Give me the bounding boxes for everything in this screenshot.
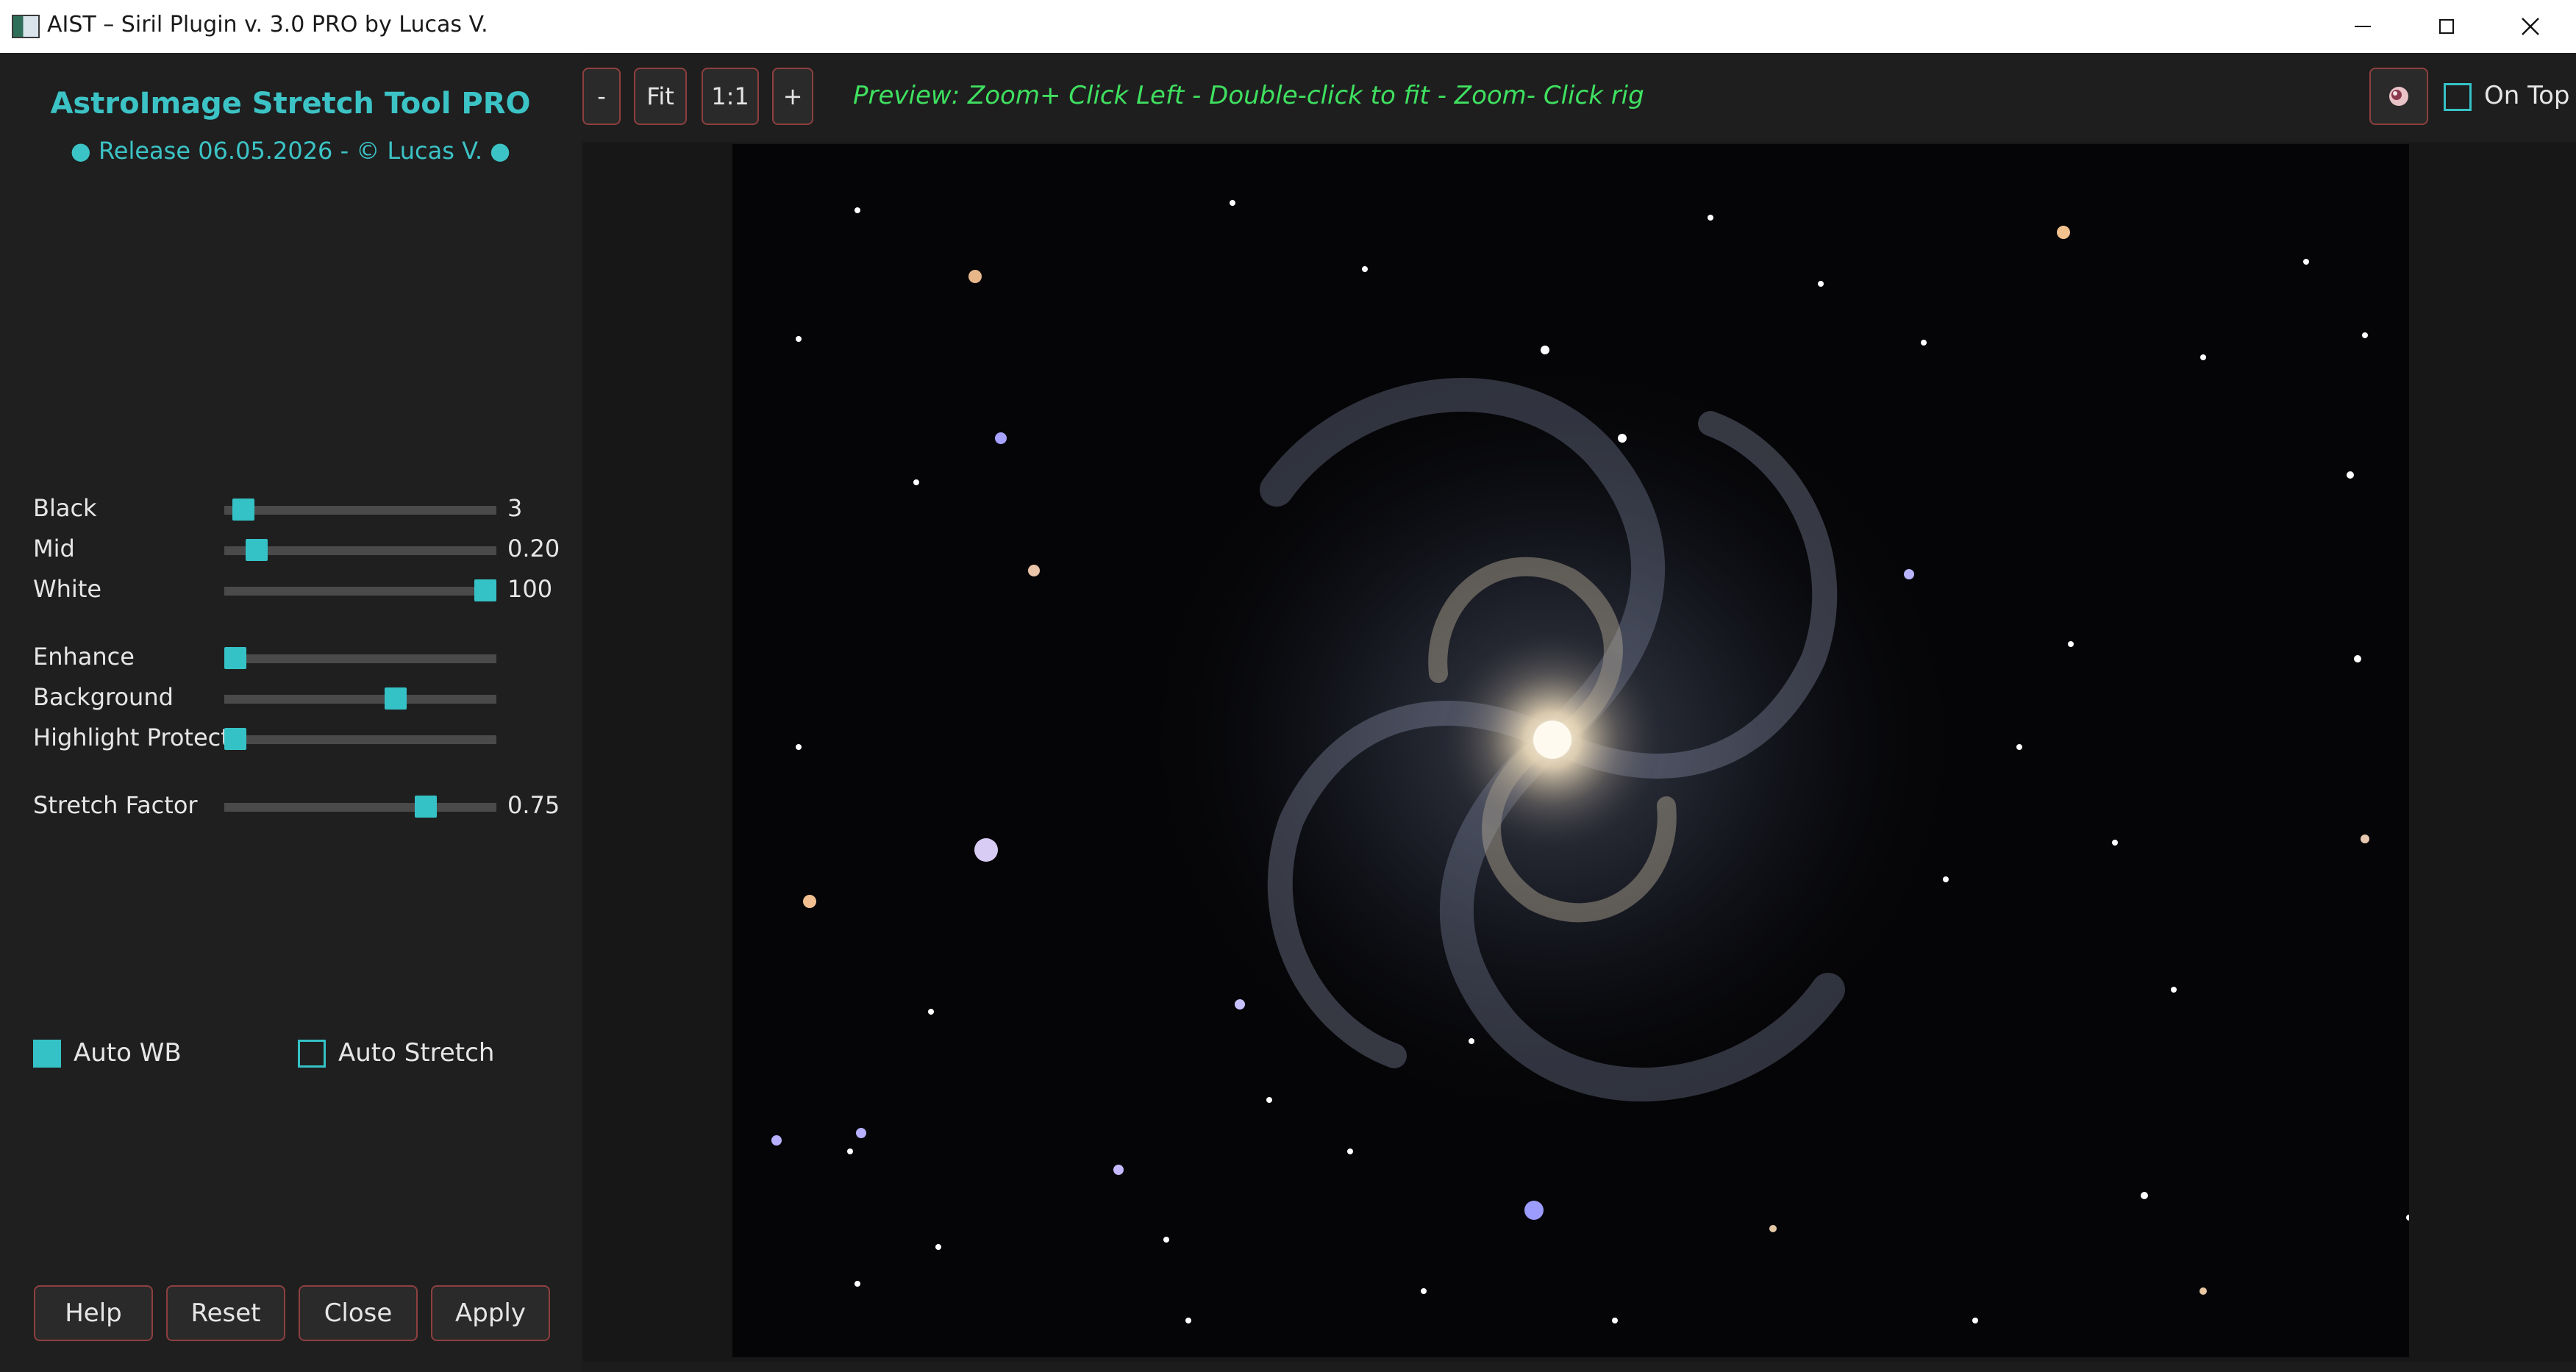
reset-button[interactable]: Reset: [166, 1285, 285, 1341]
stretch-factor-slider-handle[interactable]: [414, 796, 437, 818]
fit-button[interactable]: Fit: [634, 68, 687, 125]
enhance-slider-handle[interactable]: [224, 647, 246, 669]
white-slider[interactable]: [224, 579, 497, 601]
maximize-button[interactable]: [2405, 0, 2488, 53]
one-to-one-button[interactable]: 1:1: [702, 68, 759, 125]
background-slider-handle[interactable]: [385, 687, 407, 710]
mid-slider-handle[interactable]: [246, 539, 268, 561]
zoom-in-button[interactable]: +: [772, 68, 813, 125]
app-icon: [12, 15, 40, 38]
stretch-factor-slider[interactable]: [224, 796, 496, 818]
minimize-button[interactable]: [2321, 0, 2405, 53]
auto-stretch-checkbox[interactable]: [298, 1040, 326, 1068]
white-slider-handle[interactable]: [474, 579, 497, 601]
window-title: AIST – Siril Plugin v. 3.0 PRO by Lucas …: [47, 12, 488, 37]
on-top-label[interactable]: On Top: [2484, 81, 2570, 110]
black-slider-handle[interactable]: [232, 499, 254, 521]
close-window-button[interactable]: [2488, 0, 2572, 53]
stretch-factor-value: 0.75: [507, 791, 560, 819]
galaxy-preview-image[interactable]: [732, 144, 2409, 1357]
black-slider[interactable]: [224, 499, 496, 521]
preview-area[interactable]: [583, 143, 2576, 1362]
white-value: 100: [507, 575, 553, 603]
snapshot-button[interactable]: [2369, 68, 2428, 125]
auto-wb-checkbox[interactable]: [33, 1040, 61, 1068]
title-bar: AIST – Siril Plugin v. 3.0 PRO by Lucas …: [0, 0, 2576, 54]
enhance-label: Enhance: [33, 643, 135, 671]
background-slider[interactable]: [224, 687, 496, 710]
galaxy-image: [732, 144, 2409, 1357]
on-top-checkbox[interactable]: [2444, 83, 2472, 111]
highlight-protect-slider[interactable]: [224, 728, 496, 750]
background-label: Background: [33, 683, 174, 711]
apply-button[interactable]: Apply: [431, 1285, 550, 1341]
white-label: White: [33, 575, 102, 603]
control-panel: AstroImage Stretch Tool PRO ● Release 06…: [0, 53, 581, 1372]
mid-label: Mid: [33, 535, 75, 562]
black-label: Black: [33, 494, 97, 522]
auto-stretch-label: Auto Stretch: [338, 1038, 495, 1068]
auto-wb-label: Auto WB: [74, 1038, 182, 1068]
app-title: AstroImage Stretch Tool PRO: [50, 87, 531, 121]
mid-slider[interactable]: [224, 539, 496, 561]
mid-value: 0.20: [507, 535, 560, 562]
help-button[interactable]: Help: [34, 1285, 153, 1341]
enhance-slider[interactable]: [224, 647, 496, 669]
theme-icon: [2389, 87, 2408, 106]
release-info: ● Release 06.05.2026 - © Lucas V. ●: [70, 137, 511, 165]
close-icon: [2522, 18, 2539, 35]
highlight-protect-slider-handle[interactable]: [224, 728, 246, 750]
maximize-icon: [2439, 19, 2454, 34]
close-button[interactable]: Close: [299, 1285, 418, 1341]
stretch-factor-label: Stretch Factor: [33, 791, 198, 819]
minimize-icon: [2355, 26, 2371, 27]
zoom-out-button[interactable]: -: [582, 68, 621, 125]
preview-hint: Preview: Zoom+ Click Left - Double-click…: [853, 81, 1644, 110]
highlight-protect-label: Highlight Protect: [33, 723, 230, 751]
black-value: 3: [507, 494, 523, 522]
